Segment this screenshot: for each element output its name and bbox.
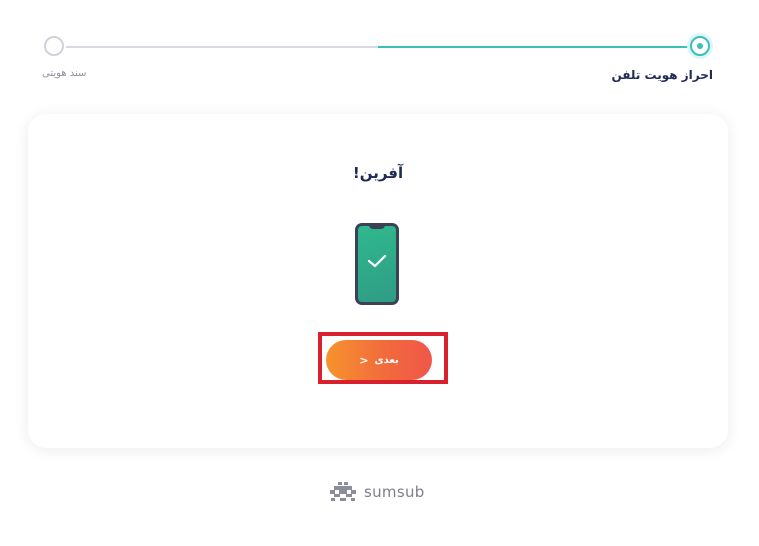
progress-stepper: سند هویتی احراز هویت تلفن bbox=[0, 0, 759, 100]
phone-check-icon bbox=[355, 223, 399, 305]
stepper-track-pending bbox=[66, 46, 378, 48]
sumsub-logo-icon bbox=[330, 482, 356, 501]
brand-name: sumsub bbox=[364, 483, 425, 501]
step-indicator-phone-verification bbox=[690, 36, 710, 56]
verification-card: آفرین! > بعدی bbox=[28, 114, 728, 448]
phone-notch bbox=[369, 225, 385, 229]
checkmark-icon bbox=[367, 254, 387, 268]
step-label-identity-document: سند هویتی bbox=[42, 68, 87, 79]
chevron-right-icon: > bbox=[359, 353, 369, 367]
footer-brand: sumsub bbox=[328, 480, 425, 504]
card-title: آفرین! bbox=[352, 164, 404, 182]
step-indicator-identity-document bbox=[44, 36, 64, 56]
next-button-label: بعدی bbox=[374, 354, 399, 366]
stepper-track-complete bbox=[378, 46, 690, 48]
next-button[interactable]: > بعدی bbox=[326, 340, 432, 380]
next-button-highlight: > بعدی bbox=[318, 332, 448, 384]
step-label-phone-verification: احراز هویت تلفن bbox=[611, 68, 714, 82]
